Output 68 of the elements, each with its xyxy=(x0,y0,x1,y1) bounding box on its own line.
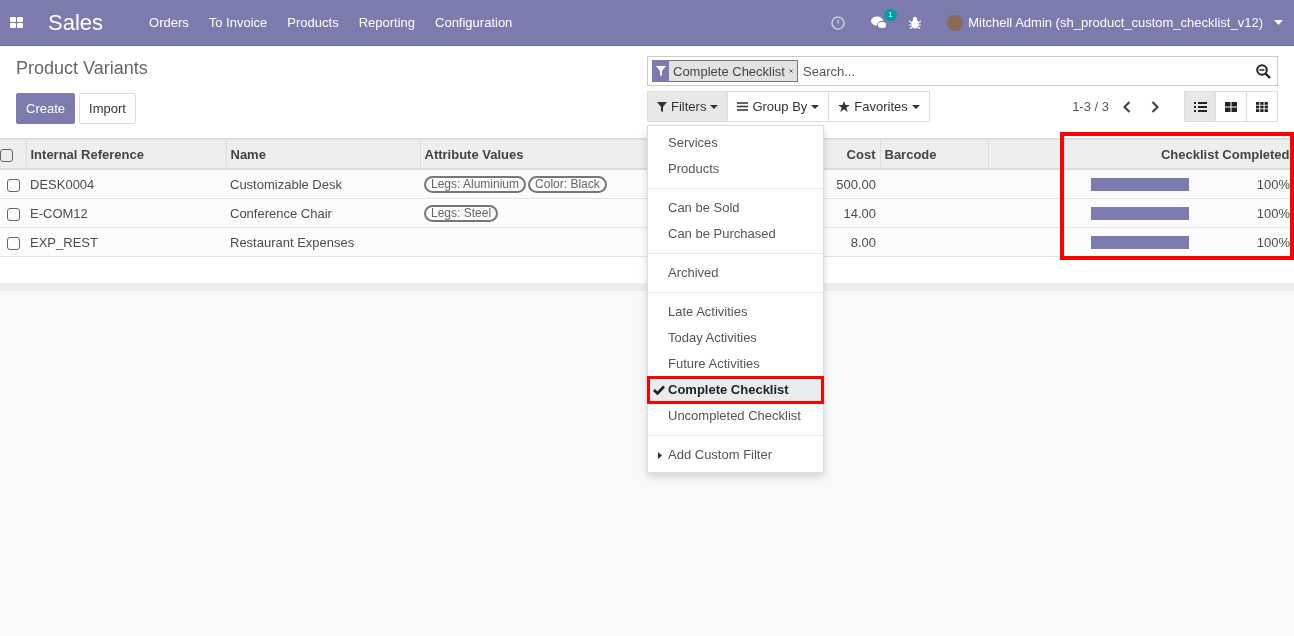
table-cell: Customizable Desk xyxy=(226,169,420,199)
list-view-button[interactable] xyxy=(1184,91,1216,122)
progress-value: 100% xyxy=(1256,205,1290,221)
filter-menu-item[interactable]: Complete Checklist xyxy=(648,377,823,403)
grid-view-button[interactable] xyxy=(1246,91,1278,122)
table-cell: Restaurant Expenses xyxy=(226,227,420,257)
progress-value: 100% xyxy=(1256,234,1290,250)
caret-icon xyxy=(658,452,662,459)
star-icon xyxy=(838,101,851,112)
navbar-menu-item[interactable]: Orders xyxy=(139,15,199,30)
progress-value: 100% xyxy=(1256,176,1290,192)
table-cell: EXP_REST xyxy=(26,227,226,257)
bug-icon[interactable] xyxy=(909,16,922,29)
filters-button[interactable]: Filters xyxy=(647,91,729,122)
list-icon xyxy=(1193,101,1207,112)
import-button[interactable]: Import xyxy=(79,93,136,124)
kanban-icon xyxy=(1225,101,1237,112)
attribute-tag: Color: Black xyxy=(528,175,607,193)
chat-icon[interactable] xyxy=(871,15,888,30)
navbar-menu-item[interactable]: Reporting xyxy=(348,15,425,30)
filter-menu-item[interactable]: Future Activities xyxy=(648,351,823,377)
search-icon[interactable] xyxy=(1256,63,1271,79)
filter-facet-icon xyxy=(652,60,669,82)
select-all-checkbox[interactable] xyxy=(0,148,13,162)
table-cell: DESK0004 xyxy=(26,169,226,199)
table-cell: Conference Chair xyxy=(226,198,420,228)
apps-menu-icon[interactable] xyxy=(10,16,23,29)
filter-facet: Complete Checklist xyxy=(669,60,789,82)
caret-icon xyxy=(710,104,719,109)
search-field[interactable]: Complete Checklist Search... xyxy=(647,56,1278,86)
check-icon xyxy=(653,385,665,395)
row-checkbox[interactable] xyxy=(6,178,20,192)
favorites-button[interactable]: Favorites xyxy=(828,91,930,122)
filter-icon xyxy=(657,101,667,112)
grid-icon xyxy=(1256,101,1268,112)
group-by-button[interactable]: Group By xyxy=(727,91,830,122)
app-title[interactable]: Sales xyxy=(48,9,104,36)
kanban-view-button[interactable] xyxy=(1215,91,1247,122)
page-title: Product Variants xyxy=(16,58,149,80)
attribute-tag: Legs: Aluminium xyxy=(424,175,527,193)
filter-menu-item[interactable]: Late Activities xyxy=(648,299,823,325)
filter-menu-item[interactable]: Can be Purchased xyxy=(648,221,823,247)
column-header[interactable]: Name xyxy=(226,139,420,169)
user-menu[interactable]: Mitchell Admin (sh_product_custom_checklist_v12) xyxy=(968,15,1263,30)
previous-page-icon[interactable] xyxy=(1123,100,1131,113)
message-count-badge: 1 xyxy=(884,8,897,21)
filter-menu-item[interactable]: Uncompleted Checklist xyxy=(648,403,823,429)
filter-menu-item[interactable]: Can be Sold xyxy=(648,195,823,221)
navbar-menu-item[interactable]: Configuration xyxy=(425,15,523,30)
pager-value: 1-3 / 3 xyxy=(1072,99,1109,114)
caret-icon xyxy=(911,104,920,109)
caret-icon xyxy=(811,104,820,109)
caret-icon[interactable] xyxy=(1274,20,1283,25)
add-custom-filter-toggle[interactable]: Add Custom Filter xyxy=(648,442,823,468)
table-cell: E-COM12 xyxy=(26,198,226,228)
bars-icon xyxy=(737,102,749,111)
column-header[interactable]: Internal Reference xyxy=(26,139,226,169)
navbar-menu-item[interactable]: To Invoice xyxy=(198,15,278,30)
next-page-icon[interactable] xyxy=(1151,100,1159,113)
navbar-menu-item[interactable]: Products xyxy=(277,15,349,30)
attribute-tag: Legs: Steel xyxy=(424,204,499,222)
row-checkbox[interactable] xyxy=(6,207,20,221)
filter-menu-item[interactable]: Archived xyxy=(648,260,823,286)
row-checkbox[interactable] xyxy=(6,236,20,250)
remove-facet-icon[interactable] xyxy=(789,60,798,82)
column-header[interactable]: Barcode xyxy=(880,139,988,169)
create-button[interactable]: Create xyxy=(16,93,76,124)
filter-menu-item[interactable]: Today Activities xyxy=(648,325,823,351)
